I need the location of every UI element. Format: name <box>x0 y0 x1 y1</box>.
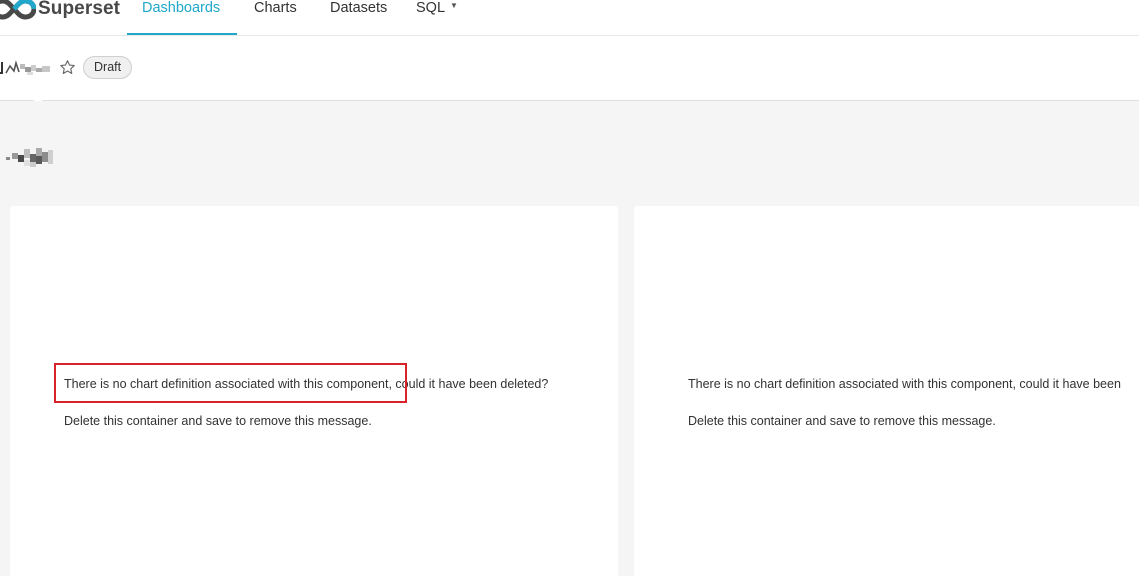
active-tab-indicator <box>127 33 237 35</box>
star-outline-icon[interactable] <box>59 59 76 76</box>
top-navbar: Superset Dashboards Charts Datasets SQL ▼ <box>0 0 1139 36</box>
nav-charts[interactable]: Charts <box>254 0 297 34</box>
nav-sql-label: SQL <box>416 0 446 16</box>
brand-name: Superset <box>38 0 121 19</box>
nav-dashboards[interactable]: Dashboards <box>142 0 220 34</box>
brand[interactable]: Superset <box>0 0 120 26</box>
section-title-obscured[interactable] <box>6 146 54 171</box>
draft-status-badge[interactable]: Draft <box>83 56 133 79</box>
remove-container-hint: Delete this container and save to remove… <box>64 414 372 428</box>
nav-sql[interactable]: SQL ▼ <box>416 0 458 34</box>
missing-chart-message: There is no chart definition associated … <box>688 377 1121 391</box>
dashboard-header: Draft <box>0 36 1139 108</box>
chart-card[interactable]: There is no chart definition associated … <box>10 206 618 586</box>
nav-datasets[interactable]: Datasets <box>330 0 387 34</box>
dashboard-title-obscured[interactable] <box>0 58 52 78</box>
missing-chart-message: There is no chart definition associated … <box>64 377 549 391</box>
remove-container-hint: Delete this container and save to remove… <box>688 414 996 428</box>
chart-card[interactable]: There is no chart definition associated … <box>634 206 1139 586</box>
caret-down-icon: ▼ <box>450 1 458 11</box>
dashboard-grid: There is no chart definition associated … <box>0 101 1139 586</box>
superset-logo-icon <box>0 0 36 20</box>
